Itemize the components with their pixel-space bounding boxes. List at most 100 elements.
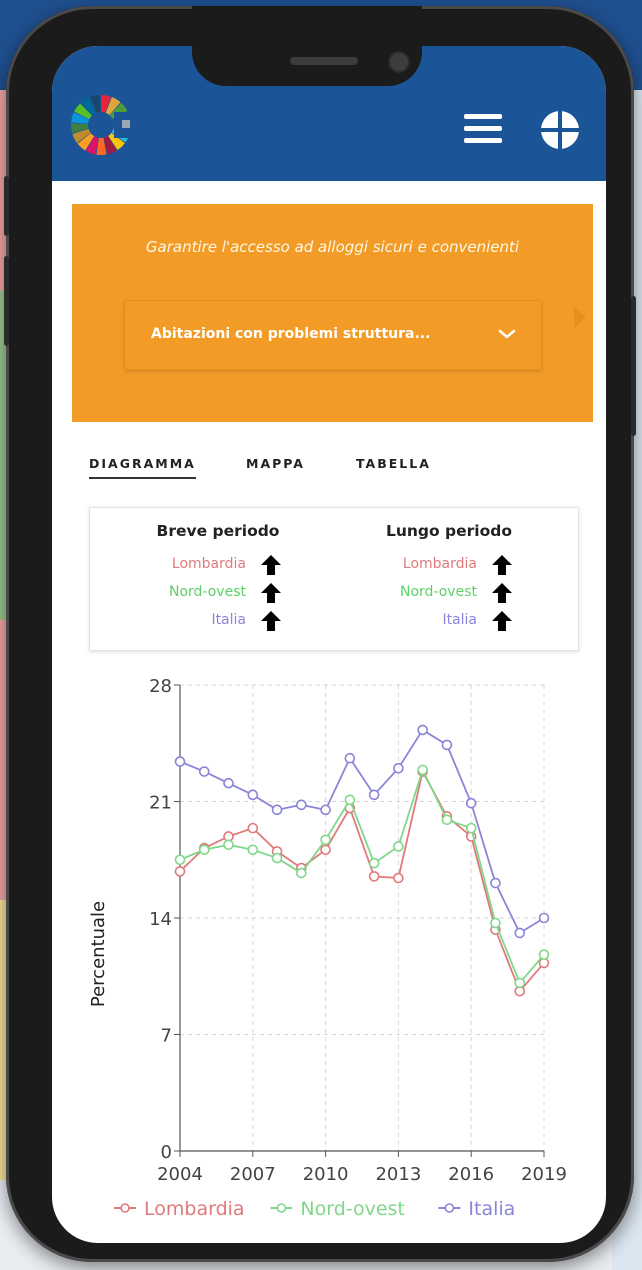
x-tick-label: 2016: [448, 1164, 494, 1185]
data-point: [368, 789, 380, 801]
x-tick-label: 2010: [303, 1164, 349, 1185]
legend-marker: [276, 1203, 287, 1213]
arrow-up-icon: [261, 583, 281, 603]
data-point: [417, 724, 428, 736]
trend-region-label: Italia: [211, 612, 246, 628]
tab-tabella[interactable]: TABELLA: [356, 456, 431, 471]
data-point: [490, 917, 501, 929]
data-point: [393, 872, 404, 884]
data-point: [320, 834, 331, 846]
trend-row: Italia: [118, 606, 318, 634]
legend-label: Lombardia: [144, 1198, 245, 1220]
data-point: [247, 844, 259, 856]
phone-side-button: [4, 256, 9, 346]
arrow-up-icon: [261, 555, 281, 575]
short-term-title: Breve periodo: [156, 522, 280, 540]
arrow-up-icon: [492, 555, 512, 575]
data-point: [393, 841, 404, 852]
arrow-up-icon: [492, 583, 512, 603]
data-point: [441, 814, 453, 826]
trend-region-label: Lombardia: [402, 556, 477, 572]
chevron-down-icon: [498, 329, 516, 339]
data-point: [198, 844, 210, 856]
target-subtitle: Garantire l'accesso ad alloggi sicuri e …: [145, 238, 520, 256]
data-point: [247, 822, 259, 834]
data-point: [271, 804, 283, 816]
trend-row: Nord-ovest: [349, 578, 549, 606]
data-point: [441, 739, 453, 751]
data-point: [198, 766, 210, 777]
hamburger-menu-icon[interactable]: [464, 114, 502, 144]
trend-region-label: Nord-ovest: [169, 584, 246, 600]
phone-speaker: [290, 57, 358, 65]
data-point: [538, 912, 550, 924]
phone-camera: [388, 51, 410, 73]
data-point: [344, 794, 356, 806]
data-point: [271, 852, 283, 864]
short-term-column: Breve periodo Lombardia Nord-ovest Itali…: [118, 522, 318, 634]
y-axis-label: Percentuale: [88, 901, 109, 1007]
long-term-title: Lungo periodo: [385, 522, 513, 540]
phone-side-button: [4, 176, 9, 236]
legend-marker: [120, 1203, 130, 1213]
series-line: [179, 767, 545, 985]
y-tick-label: 21: [149, 793, 172, 814]
trend-row: Italia: [349, 606, 549, 634]
trend-row: Lombardia: [118, 550, 318, 578]
trend-region-label: Italia: [442, 612, 477, 628]
grid-apps-icon[interactable]: [540, 110, 580, 150]
phone-screen: Garantire l'accesso ad alloggi sicuri e …: [52, 46, 606, 1243]
indicator-label: Abitazioni con problemi struttura...: [151, 326, 431, 342]
trend-region-label: Nord-ovest: [400, 584, 477, 600]
data-point: [223, 839, 234, 851]
data-point: [465, 822, 477, 834]
y-tick-label: 28: [149, 676, 172, 697]
series-line: [179, 769, 545, 993]
arrow-up-icon: [492, 611, 512, 631]
x-tick-label: 2013: [375, 1164, 421, 1185]
data-point: [538, 949, 550, 960]
data-point: [465, 797, 477, 809]
data-point: [174, 854, 186, 866]
data-point: [320, 804, 331, 816]
data-point: [514, 977, 526, 989]
trend-summary-card: Breve periodo Lombardia Nord-ovest Itali…: [89, 507, 579, 651]
tab-diagramma[interactable]: DIAGRAMMA: [89, 456, 196, 479]
arrow-up-icon: [261, 611, 281, 631]
line-chart: 0 7 14 21 28 2004 2007 2010 2013 2016 2019 Percentu…: [88, 676, 567, 1220]
data-point: [296, 867, 307, 879]
x-tick-label: 2019: [521, 1164, 567, 1185]
data-point: [174, 756, 186, 767]
data-point: [417, 764, 428, 776]
y-tick-label: 7: [161, 1026, 172, 1047]
sdg-wheel-logo[interactable]: [70, 94, 132, 156]
chevron-right-icon[interactable]: [572, 302, 588, 332]
legend-label: Nord-ovest: [300, 1198, 405, 1220]
indicator-dropdown[interactable]: Abitazioni con problemi struttura...: [124, 300, 542, 370]
phone-frame: Garantire l'accesso ad alloggi sicuri e …: [4, 6, 636, 1262]
y-tick-label: 14: [149, 909, 172, 930]
data-point: [344, 752, 356, 764]
trend-row: Nord-ovest: [118, 578, 318, 606]
data-point: [247, 789, 259, 801]
phone-notch: [192, 6, 422, 86]
y-tick-label: 0: [161, 1142, 172, 1163]
data-point: [223, 777, 234, 789]
data-point: [296, 799, 307, 811]
data-point: [368, 857, 380, 869]
data-point: [174, 866, 186, 877]
legend-marker: [444, 1203, 455, 1213]
data-point: [490, 877, 501, 889]
data-point: [393, 762, 404, 774]
tab-mappa[interactable]: MAPPA: [246, 456, 305, 471]
legend-label: Italia: [468, 1198, 515, 1220]
x-tick-label: 2007: [230, 1164, 276, 1185]
data-point: [320, 844, 331, 856]
trend-row: Lombardia: [349, 550, 549, 578]
target-section: Garantire l'accesso ad alloggi sicuri e …: [72, 204, 593, 422]
long-term-column: Lungo periodo Lombardia Nord-ovest Itali…: [349, 522, 549, 634]
data-point: [514, 927, 526, 939]
data-point: [368, 871, 380, 882]
phone-side-button: [631, 296, 636, 436]
trend-region-label: Lombardia: [171, 556, 246, 572]
